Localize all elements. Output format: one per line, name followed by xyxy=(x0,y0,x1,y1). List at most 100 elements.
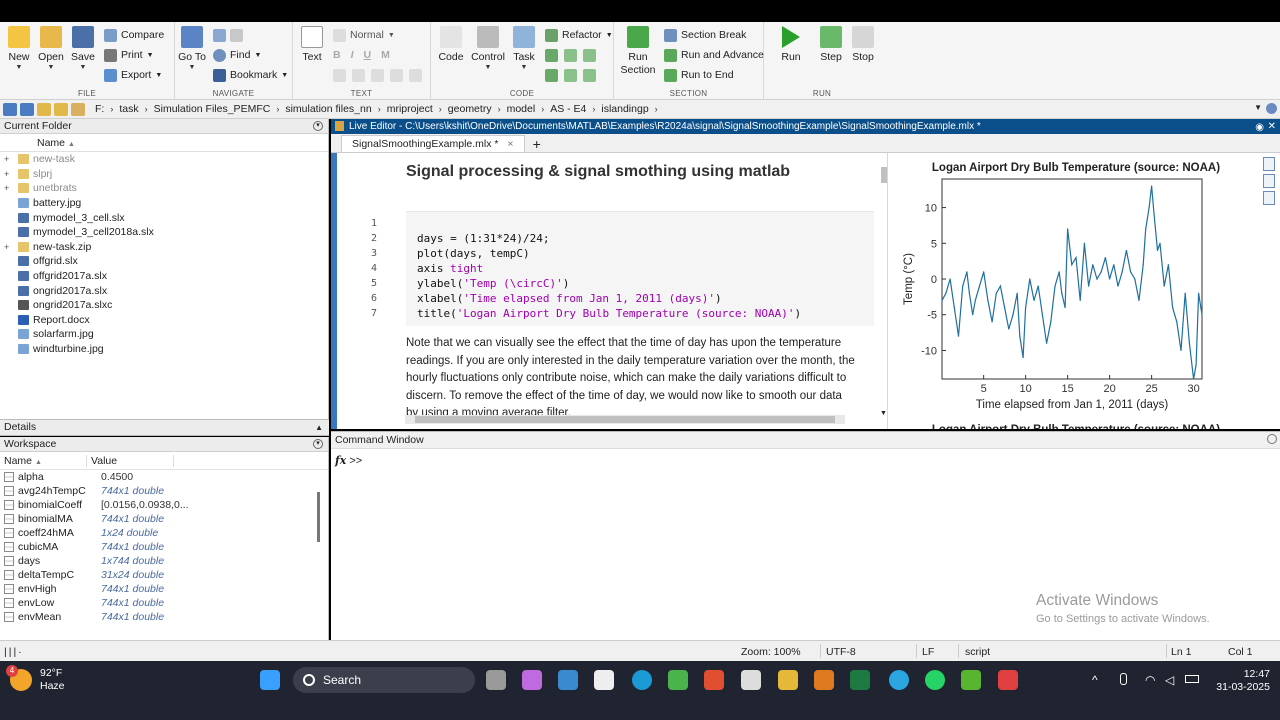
file-item[interactable]: + slprj xyxy=(0,167,328,182)
new-button[interactable]: New ▼ xyxy=(2,26,36,71)
battery-icon[interactable] xyxy=(1185,675,1199,683)
workspace-scrollbar[interactable] xyxy=(317,492,320,542)
expand-icon[interactable]: + xyxy=(4,154,9,164)
goto-button[interactable]: Go To ▼ xyxy=(175,26,209,71)
align-center-icon[interactable] xyxy=(390,68,403,82)
expand-icon[interactable]: + xyxy=(4,183,9,193)
code-line[interactable]: title('Logan Airport Dry Bulb Temperatur… xyxy=(417,307,801,320)
percent-icon[interactable] xyxy=(545,48,558,62)
store-icon[interactable] xyxy=(594,670,614,690)
code-line[interactable]: plot(days, tempC) xyxy=(417,247,530,260)
print-button[interactable]: Print ▼ xyxy=(104,46,154,64)
file-item[interactable]: offgrid.slx xyxy=(0,254,328,269)
bookmark-button[interactable]: Bookmark ▼ xyxy=(213,66,288,84)
close-tab-icon[interactable]: × xyxy=(507,138,513,150)
align-left-icon[interactable] xyxy=(371,68,384,82)
ws-value-header[interactable]: Value xyxy=(87,454,174,467)
browse-folder-icon[interactable] xyxy=(54,102,68,116)
app-red-icon[interactable] xyxy=(998,670,1018,690)
file-item[interactable]: Report.docx xyxy=(0,313,328,328)
up-folder-icon[interactable] xyxy=(37,102,51,116)
control-button[interactable]: Control ▼ xyxy=(469,26,507,71)
zoom-status[interactable]: Zoom: 100% xyxy=(741,646,801,658)
breadcrumb-separator[interactable]: › xyxy=(276,104,279,114)
wifi-icon[interactable]: ◠ xyxy=(1145,673,1155,687)
open-button[interactable]: Open ▼ xyxy=(34,26,68,71)
editor-actions-icon[interactable]: ◉ xyxy=(1255,120,1264,135)
excel-icon[interactable] xyxy=(850,670,870,690)
italic-button[interactable]: I xyxy=(351,49,354,61)
save-button[interactable]: Save ▼ xyxy=(66,26,100,71)
chevron-up-icon[interactable]: ^ xyxy=(1092,673,1098,687)
add-tab-icon[interactable]: + xyxy=(533,136,541,152)
workspace-variable[interactable]: binomialCoeff [0.0156,0.0938,0... xyxy=(0,498,328,512)
file-item[interactable]: mymodel_3_cell.slx xyxy=(0,210,328,225)
breadcrumb-separator[interactable]: › xyxy=(655,104,658,114)
file-item[interactable]: mymodel_3_cell2018a.slx xyxy=(0,225,328,240)
breadcrumb-separator[interactable]: › xyxy=(439,104,442,114)
breadcrumb-item[interactable]: islandingp xyxy=(601,103,648,115)
file-item[interactable]: ongrid2017a.slx xyxy=(0,283,328,298)
workspace-variable[interactable]: alpha 0.4500 xyxy=(0,470,328,484)
step-button[interactable]: Step xyxy=(814,26,848,63)
file-item[interactable]: ongrid2017a.slxc xyxy=(0,298,328,313)
copilot-icon[interactable] xyxy=(522,670,542,690)
comment-icon[interactable] xyxy=(564,48,577,62)
breadcrumb-separator[interactable]: › xyxy=(541,104,544,114)
details-panel[interactable]: Details ▲ xyxy=(0,419,329,436)
compare-button[interactable]: Compare xyxy=(104,26,164,44)
mono-button[interactable]: M xyxy=(381,49,390,61)
refactor-button[interactable]: Refactor ▼ xyxy=(545,26,613,44)
task-view-icon[interactable] xyxy=(486,670,506,690)
output-right-icon[interactable] xyxy=(1263,157,1275,171)
indent-icon[interactable] xyxy=(564,68,577,82)
windows-start-icon[interactable] xyxy=(260,670,280,690)
file-item[interactable]: + new-task.zip xyxy=(0,240,328,255)
workspace-variable[interactable]: cubicMA 744x1 double xyxy=(0,540,328,554)
panel-actions-icon[interactable]: ▾ xyxy=(313,439,323,449)
export-button[interactable]: Export ▼ xyxy=(104,66,162,84)
bold-button[interactable]: B xyxy=(333,49,341,61)
task-button[interactable]: Task ▼ xyxy=(507,26,541,71)
run-button[interactable]: Run xyxy=(774,26,808,63)
breadcrumb-item[interactable]: task xyxy=(119,103,138,115)
whatsapp-icon[interactable] xyxy=(925,670,945,690)
app-c-icon[interactable] xyxy=(961,670,981,690)
workspace-variable[interactable]: envMean 744x1 double xyxy=(0,610,328,624)
file-explorer-icon[interactable] xyxy=(778,670,798,690)
section-break-button[interactable]: Section Break xyxy=(664,26,746,44)
code-line[interactable]: axis tight xyxy=(417,262,483,275)
editor-vscrollbar[interactable]: ▼ xyxy=(879,161,887,417)
taskbar-search[interactable]: Search xyxy=(293,667,475,693)
scroll-down-icon[interactable]: ▼ xyxy=(880,410,887,417)
matlab-taskbar-icon[interactable] xyxy=(814,670,834,690)
breadcrumb-separator[interactable]: › xyxy=(592,104,595,114)
breadcrumb-separator[interactable]: › xyxy=(378,104,381,114)
forward-icon[interactable] xyxy=(20,102,34,116)
breadcrumb-item[interactable]: mriproject xyxy=(387,103,433,115)
run-section-button[interactable]: Run Section xyxy=(619,26,657,77)
hide-code-icon[interactable] xyxy=(1263,191,1275,205)
breadcrumb-item[interactable]: simulation files_nn xyxy=(285,103,371,115)
address-dropdown-icon[interactable]: ▼ xyxy=(1254,103,1262,112)
breadcrumb-separator[interactable]: › xyxy=(145,104,148,114)
search-icon[interactable] xyxy=(1266,103,1277,114)
volume-icon[interactable]: ◁ xyxy=(1165,673,1174,687)
editor-hscrollbar[interactable] xyxy=(405,415,845,424)
command-window[interactable]: Command Window fx >> Activate Windows Go… xyxy=(331,431,1280,640)
command-prompt[interactable]: fx >> xyxy=(335,454,362,467)
file-item[interactable]: solarfarm.jpg xyxy=(0,327,328,342)
file-item[interactable]: + unetbrats xyxy=(0,181,328,196)
find-button[interactable]: Find ▼ xyxy=(213,46,261,64)
photos-icon[interactable] xyxy=(558,670,578,690)
expand-icon[interactable]: + xyxy=(4,169,9,179)
collapse-icon[interactable]: ▲ xyxy=(315,420,323,435)
workspace-variable[interactable]: avg24hTempC 744x1 double xyxy=(0,484,328,498)
snipping-icon[interactable] xyxy=(741,670,761,690)
panel-actions-icon[interactable] xyxy=(1267,434,1277,444)
code-line[interactable]: xlabel('Time elapsed from Jan 1, 2011 (d… xyxy=(417,292,722,305)
panel-actions-icon[interactable]: ▾ xyxy=(313,121,323,131)
style-dropdown[interactable]: Normal ▼ xyxy=(333,26,395,44)
code-button[interactable]: Code xyxy=(434,26,468,63)
numbered-list-icon[interactable] xyxy=(333,68,346,82)
